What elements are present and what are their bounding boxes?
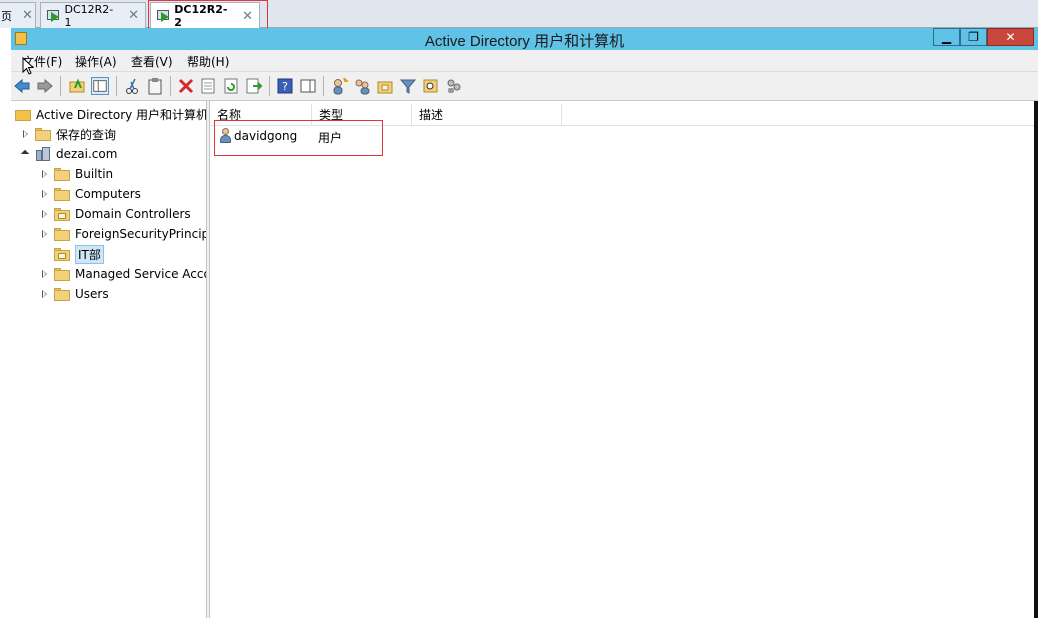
toolbar: ? [11,72,1038,101]
new-user-icon[interactable] [330,77,348,95]
expand-icon[interactable] [40,289,50,299]
tree-item-managed-service-accounts[interactable]: Managed Service Accounts [40,264,206,284]
close-icon[interactable]: ✕ [128,8,139,23]
ou-folder-icon [54,207,70,221]
filter-icon[interactable] [399,77,417,95]
tree-item-users[interactable]: Users [40,284,109,304]
close-icon[interactable]: ✕ [242,9,253,24]
tree-item-domain-controllers[interactable]: Domain Controllers [40,204,191,224]
vm-play-icon [157,9,170,23]
user-icon [218,128,232,144]
close-button[interactable]: ✕ [987,28,1034,46]
vm-tab-strip: 页 ✕ DC12R2-1 ✕ DC12R2-2 ✕ [0,0,1038,29]
close-icon[interactable]: ✕ [22,8,33,23]
tree-item-builtin[interactable]: Builtin [40,164,113,184]
minimize-button[interactable]: ▁ [933,28,960,46]
tree-item-label: Builtin [75,167,114,181]
folder-icon [54,227,70,241]
new-group-icon[interactable] [353,77,371,95]
folder-icon [54,287,70,301]
tree-item-label: Users [75,287,109,301]
properties-icon[interactable] [199,77,217,95]
ou-folder-icon [54,247,70,261]
vm-tab-label: DC12R2-2 [174,3,228,29]
clipboard-icon[interactable] [146,77,164,95]
tree-item-label: 保存的查询 [56,127,117,142]
tree-item-label: ForeignSecurityPrincipals [75,227,206,241]
column-header-name[interactable]: 名称 [210,104,312,126]
domain-icon [35,147,51,161]
menu-action[interactable]: 操作(A) [75,53,117,70]
up-folder-icon[interactable] [68,77,86,95]
vm-tab-dc12r2-1[interactable]: DC12R2-1 ✕ [40,2,146,29]
back-arrow-icon[interactable] [13,77,31,95]
folder-icon [54,267,70,281]
new-ou-icon[interactable] [376,77,394,95]
menu-help[interactable]: 帮助(H) [187,53,229,70]
expand-icon[interactable] [40,209,50,219]
menu-bar: 文件(F) 操作(A) 查看(V) 帮助(H) [11,50,1038,72]
forward-arrow-icon[interactable] [36,77,54,95]
expand-icon[interactable] [40,169,50,179]
console-tree: Active Directory 用户和计算机 保存的查询 dezai.com … [11,101,207,618]
restore-button[interactable]: ❐ [960,28,987,46]
expand-icon[interactable] [40,229,50,239]
snapin-icon [15,108,31,121]
refresh-icon[interactable] [222,77,240,95]
tree-item-it-ou[interactable]: IT部 [40,244,104,264]
window-title: Active Directory 用户和计算机 [424,33,625,50]
list-header: 名称 类型 描述 [210,104,1034,126]
mouse-cursor-icon [22,57,35,75]
folder-icon [35,127,51,141]
expand-icon[interactable] [40,189,50,199]
find-icon[interactable] [422,77,440,95]
delete-icon[interactable] [177,77,195,95]
expand-icon[interactable] [40,269,50,279]
menu-view[interactable]: 查看(V) [131,53,173,70]
tree-item-label: dezai.com [56,147,118,161]
tree-item-foreign-security-principals[interactable]: ForeignSecurityPrincipals [40,224,206,244]
list-item-type: 用户 [318,131,343,145]
cut-icon[interactable] [123,77,141,95]
window-edge [1034,101,1038,618]
column-header-description[interactable]: 描述 [412,104,562,126]
vm-play-icon [47,9,60,23]
add-to-group-icon[interactable] [445,77,463,95]
tree-item-label: Domain Controllers [75,207,191,221]
expand-icon[interactable] [21,129,31,139]
vm-tab-label: DC12R2-1 [64,2,114,29]
action-pane-icon[interactable] [299,77,317,95]
list-item-name: davidgong [234,129,298,143]
tree-item-computers[interactable]: Computers [40,184,141,204]
tree-item-label: Managed Service Accounts [75,267,206,281]
vm-tab-label: 页 [1,9,12,23]
details-list: 名称 类型 描述 davidgong 用户 [210,101,1034,618]
svg-text:?: ? [282,80,288,93]
collapse-icon[interactable] [21,149,31,159]
folder-icon [54,167,70,181]
tree-item-root[interactable]: Active Directory 用户和计算机 [15,104,207,124]
window-title-bar[interactable]: Active Directory 用户和计算机 ▁ ❐ ✕ [11,28,1038,50]
tree-item-saved-queries[interactable]: 保存的查询 [21,124,116,144]
tree-item-label: IT部 [75,244,104,264]
folder-icon [54,187,70,201]
tree-item-label: Computers [75,187,141,201]
help-icon[interactable]: ? [276,77,294,95]
export-list-icon[interactable] [245,77,263,95]
tree-item-domain[interactable]: dezai.com [21,144,117,164]
vm-tab-home[interactable]: 页 ✕ [0,2,36,28]
column-header-type[interactable]: 类型 [312,104,412,126]
show-hide-console-tree-icon[interactable] [91,77,109,95]
list-item[interactable]: davidgong 用户 [214,126,614,146]
vm-tab-dc12r2-2[interactable]: DC12R2-2 ✕ [150,2,260,29]
tree-item-label: Active Directory 用户和计算机 [36,107,207,122]
